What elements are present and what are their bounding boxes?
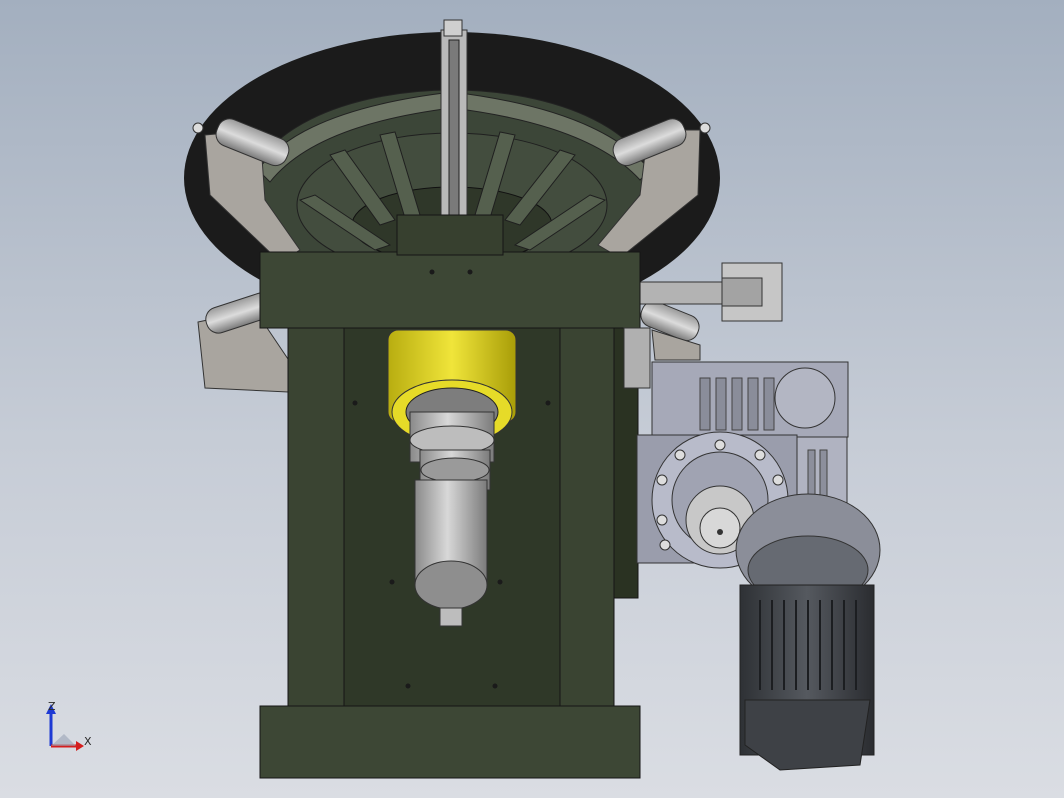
x-axis-label: X <box>84 735 92 748</box>
coupling-face <box>420 457 490 483</box>
shaft-key <box>439 607 463 627</box>
mast-cap <box>443 19 463 37</box>
frame-top-beam <box>259 251 641 329</box>
mast-rail <box>448 39 460 216</box>
lever-slot <box>721 277 763 307</box>
xy-plane-icon <box>51 734 76 746</box>
output-center <box>717 529 723 535</box>
bolt-icon <box>192 122 204 134</box>
output-shaft-bore <box>699 507 741 549</box>
electric-motor[interactable] <box>735 493 881 771</box>
frame-right-column <box>559 327 615 707</box>
gearbox-plug <box>774 367 836 429</box>
motor-fan-cover <box>744 699 871 771</box>
frame-plate-bracket <box>623 327 651 389</box>
cad-viewport[interactable]: Z X <box>0 0 1064 798</box>
bolt-icon <box>699 122 711 134</box>
mast-base-block <box>396 214 504 256</box>
shaft-end <box>414 560 488 610</box>
frame-left-column <box>287 327 345 707</box>
z-axis-label: Z <box>48 700 56 713</box>
center-mast[interactable] <box>440 19 468 219</box>
frame-base <box>259 705 641 779</box>
coordinate-triad: Z X <box>46 700 92 751</box>
x-arrow-icon <box>76 741 84 751</box>
